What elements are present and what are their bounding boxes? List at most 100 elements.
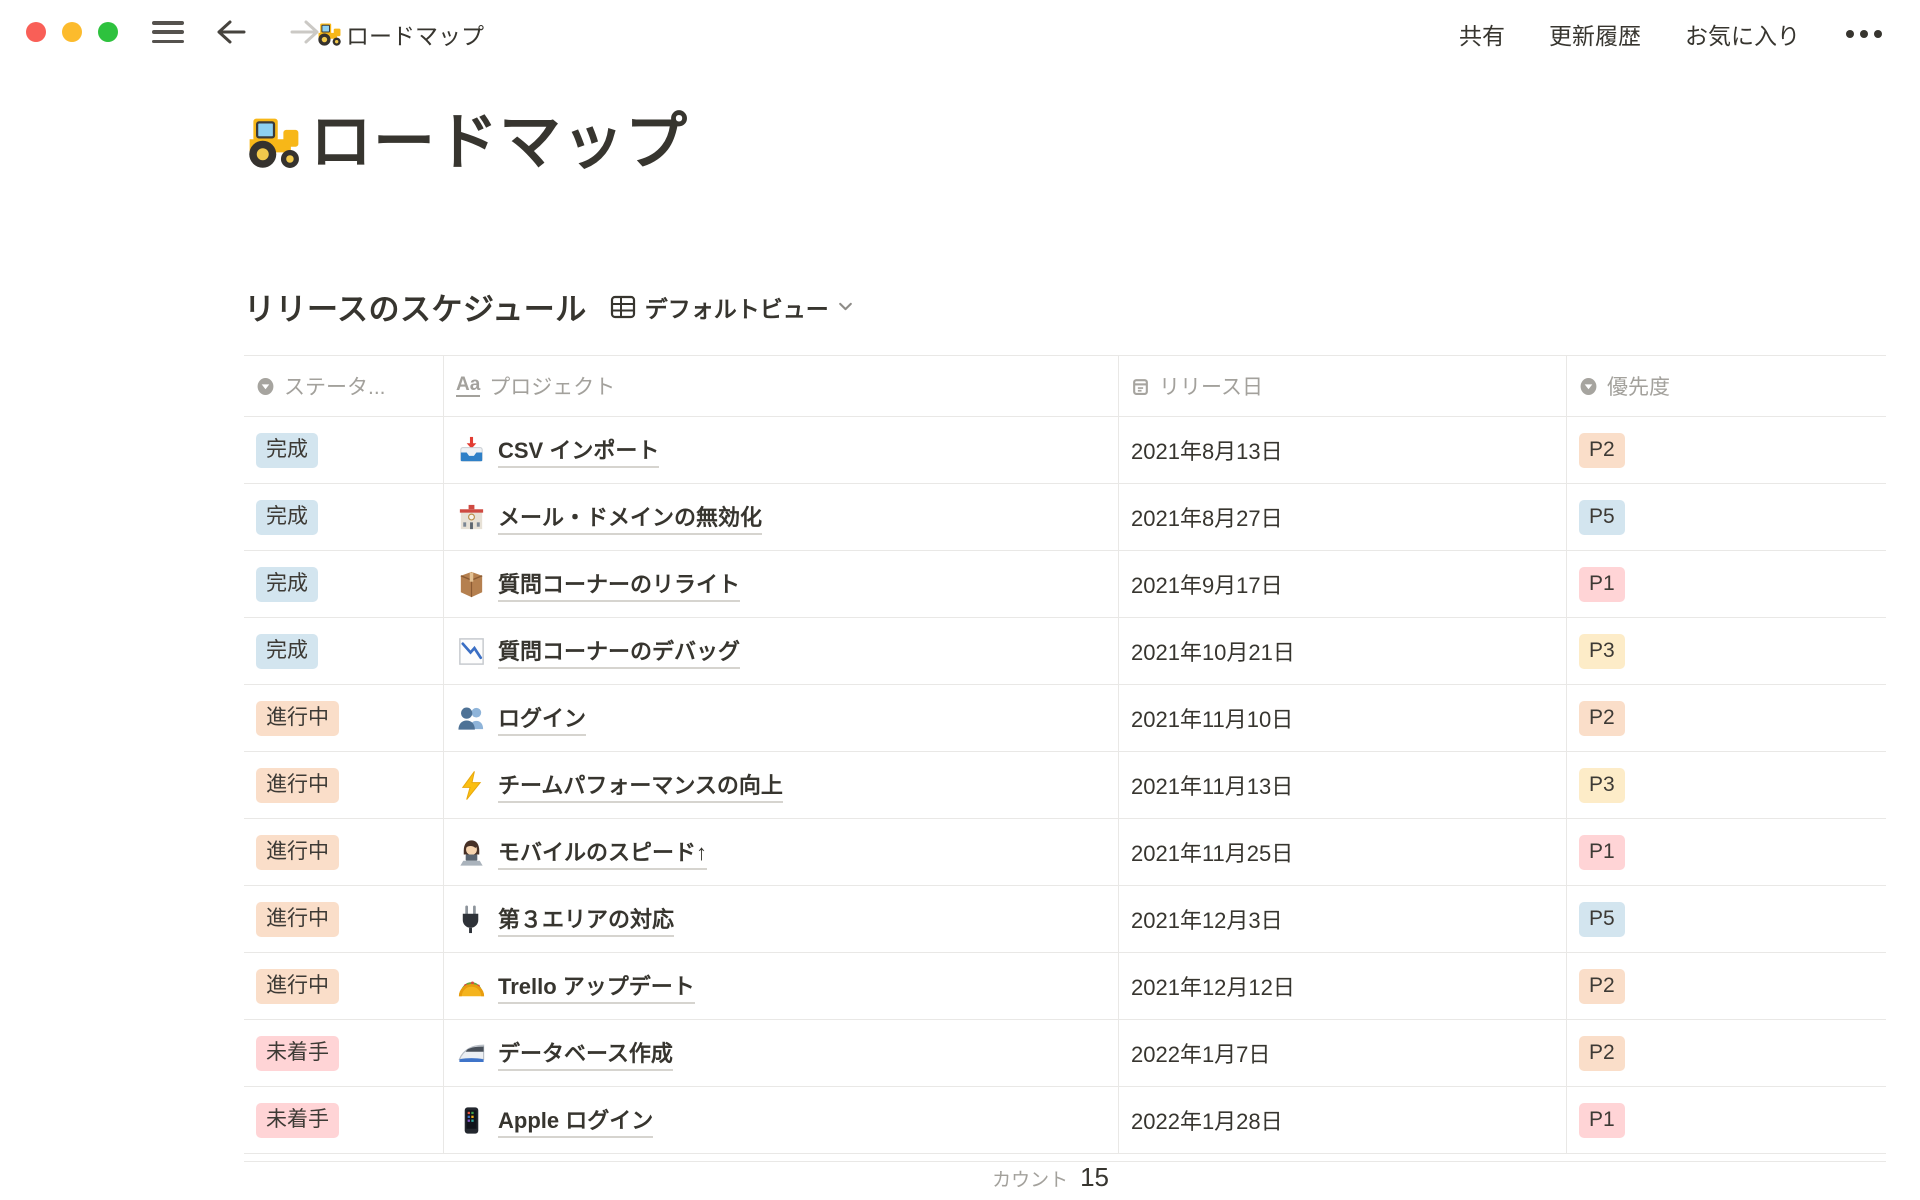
column-header-status[interactable]: ステータ... — [244, 356, 444, 416]
project-page-link[interactable]: モバイルのスピード↑ — [498, 835, 707, 870]
project-cell: データベース作成 — [444, 1020, 1119, 1086]
table-row[interactable]: 進行中モバイルのスピード↑2021年11月25日P1 — [244, 819, 1886, 886]
topbar-actions: 共有 更新履歴 お気に入り — [1459, 17, 1884, 51]
breadcrumb[interactable]: ロードマップ — [316, 17, 484, 51]
table-row[interactable]: 未着手 Apple ログイン 2022年1月28日 P1 — [244, 1087, 1886, 1154]
project-cell: モバイルのスピード↑ — [444, 819, 1119, 885]
column-label: リリース日 — [1159, 371, 1263, 401]
share-button[interactable]: 共有 — [1459, 17, 1505, 51]
table-row[interactable]: 完成メール・ドメインの無効化2021年8月27日P5 — [244, 484, 1886, 551]
priority-badge: P2 — [1579, 1036, 1625, 1070]
status-cell: 完成 — [244, 484, 444, 550]
project-page-link[interactable]: Apple ログイン — [498, 1103, 653, 1138]
table-body: 完成 CSV インポート 2021年8月13日 P2 完成 メール・ドメインの無効化 202… — [244, 417, 1886, 1154]
project-cell: チームパフォーマンスの向上 — [444, 752, 1119, 818]
table-row[interactable]: 完成CSV インポート2021年8月13日P2 — [244, 417, 1886, 484]
status-cell: 進行中 — [244, 685, 444, 751]
status-badge: 完成 — [256, 500, 318, 534]
status-badge: 進行中 — [256, 969, 339, 1003]
tractor-icon — [244, 113, 304, 173]
status-badge: 進行中 — [256, 902, 339, 936]
release-date-cell: 2021年8月27日 — [1119, 484, 1567, 550]
column-header-priority[interactable]: 優先度 — [1567, 356, 1886, 416]
status-badge: 完成 — [256, 634, 318, 668]
project-page-link[interactable]: ログイン — [498, 701, 586, 736]
sidebar-menu-icon[interactable] — [152, 21, 184, 43]
table-row[interactable]: 未着手データベース作成2022年1月7日P2 — [244, 1020, 1886, 1087]
project-page-link[interactable]: チームパフォーマンスの向上 — [498, 768, 783, 803]
project-page-link[interactable]: CSV インポート — [498, 433, 659, 468]
project-cell: メール・ドメインの無効化 — [444, 484, 1119, 550]
status-badge: 完成 — [256, 567, 318, 601]
plug-icon — [456, 904, 487, 935]
release-date-cell: 2021年12月12日 — [1119, 953, 1567, 1019]
more-options-icon[interactable] — [1844, 28, 1884, 40]
priority-badge: P1 — [1579, 1103, 1625, 1137]
release-date-cell: 2021年11月10日 — [1119, 685, 1567, 751]
table-row[interactable]: 進行中チームパフォーマンスの向上2021年11月13日P3 — [244, 752, 1886, 819]
priority-cell: P2 — [1567, 1020, 1886, 1086]
status-badge: 進行中 — [256, 768, 339, 802]
priority-badge: P5 — [1579, 902, 1625, 936]
back-arrow-icon[interactable] — [214, 16, 248, 48]
update-history-button[interactable]: 更新履歴 — [1549, 17, 1641, 51]
column-header-project[interactable]: Aa プロジェクト — [444, 356, 1119, 416]
status-cell: 進行中 — [244, 752, 444, 818]
column-label: プロジェクト — [489, 371, 615, 401]
taco-icon — [456, 971, 487, 1002]
project-cell: 質問コーナーのデバッグ — [444, 618, 1119, 684]
status-badge: 進行中 — [256, 835, 339, 869]
train-icon — [456, 1038, 487, 1069]
table-row[interactable]: 完成質問コーナーのデバッグ2021年10月21日P3 — [244, 618, 1886, 685]
text-property-icon: Aa — [456, 375, 480, 397]
database-header: リリースのスケジュール デフォルトビュー — [244, 284, 1920, 329]
project-page-link[interactable]: 質問コーナーのリライト — [498, 567, 740, 602]
busts-icon — [456, 703, 487, 734]
priority-cell: P2 — [1567, 685, 1886, 751]
database-title: リリースのスケジュール — [244, 284, 587, 329]
table-row[interactable]: 完成質問コーナーのリライト2021年9月17日P1 — [244, 551, 1886, 618]
status-cell: 未着手 — [244, 1087, 444, 1153]
table-row[interactable]: 進行中 Trello アップデート 2021年12月12日 P2 — [244, 953, 1886, 1020]
priority-badge: P1 — [1579, 567, 1625, 601]
package-icon — [456, 569, 487, 600]
column-label: ステータ... — [284, 371, 386, 401]
minimize-window-button[interactable] — [62, 22, 82, 42]
status-cell: 完成 — [244, 618, 444, 684]
release-date-cell: 2021年12月3日 — [1119, 886, 1567, 952]
priority-badge: P2 — [1579, 433, 1625, 467]
project-cell: Trello アップデート — [444, 953, 1119, 1019]
status-badge: 進行中 — [256, 701, 339, 735]
status-cell: 完成 — [244, 551, 444, 617]
project-page-link[interactable]: 第３エリアの対応 — [498, 902, 674, 937]
table-row[interactable]: 進行中 ログイン 2021年11月10日 P2 — [244, 685, 1886, 752]
tractor-icon — [316, 21, 343, 48]
priority-badge: P2 — [1579, 969, 1625, 1003]
school-icon — [456, 502, 487, 533]
release-schedule-table: ステータ... Aa プロジェクト リリース日 優先度 完成 CSV インポート 2021年… — [244, 355, 1886, 1200]
select-property-icon — [256, 377, 275, 396]
project-page-link[interactable]: メール・ドメインの無効化 — [498, 500, 762, 535]
close-window-button[interactable] — [26, 22, 46, 42]
view-switcher[interactable]: デフォルトビュー — [609, 290, 854, 324]
zoom-window-button[interactable] — [98, 22, 118, 42]
priority-cell: P5 — [1567, 886, 1886, 952]
date-property-icon — [1131, 377, 1150, 396]
priority-badge: P2 — [1579, 701, 1625, 735]
table-row[interactable]: 進行中 第３エリアの対応 2021年12月3日 P5 — [244, 886, 1886, 953]
priority-cell: P1 — [1567, 551, 1886, 617]
project-cell: Apple ログイン — [444, 1087, 1119, 1153]
column-header-release[interactable]: リリース日 — [1119, 356, 1567, 416]
favorite-button[interactable]: お気に入り — [1685, 17, 1800, 51]
partial-row — [244, 1154, 1886, 1162]
project-page-link[interactable]: 質問コーナーのデバッグ — [498, 634, 740, 669]
release-date-cell: 2021年8月13日 — [1119, 417, 1567, 483]
priority-cell: P2 — [1567, 953, 1886, 1019]
project-cell: ログイン — [444, 685, 1119, 751]
project-cell: 質問コーナーのリライト — [444, 551, 1119, 617]
project-page-link[interactable]: Trello アップデート — [498, 969, 695, 1004]
release-date-cell: 2022年1月28日 — [1119, 1087, 1567, 1153]
priority-cell: P1 — [1567, 819, 1886, 885]
project-page-link[interactable]: データベース作成 — [498, 1036, 673, 1071]
count-calculation[interactable]: カウント 15 — [444, 1162, 1119, 1200]
